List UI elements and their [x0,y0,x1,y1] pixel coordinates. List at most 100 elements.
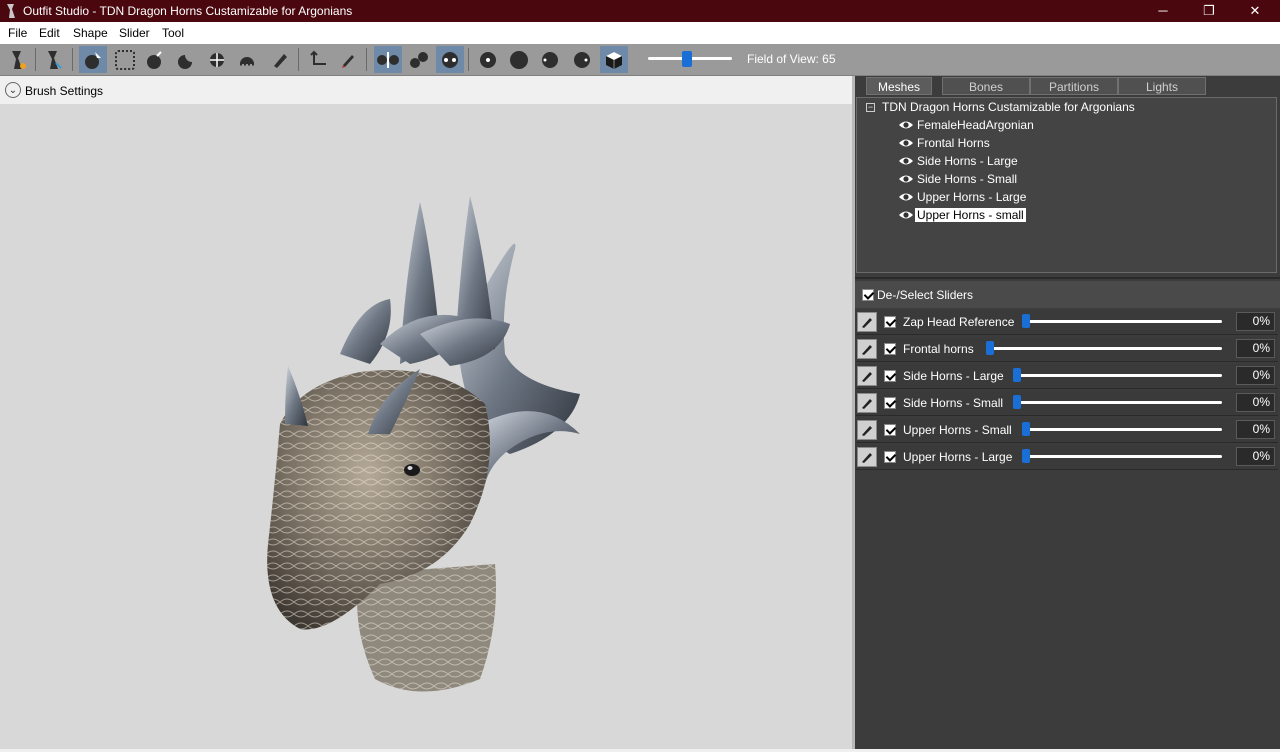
menu-shape[interactable]: Shape [73,26,108,40]
edit-slider-button[interactable] [857,312,877,332]
deflate-icon[interactable] [171,46,199,73]
tab-bones[interactable]: Bones [942,77,1030,95]
slider-label: Side Horns - Large [903,369,1004,383]
x-mirror-icon[interactable] [374,46,402,73]
slider-track[interactable] [1013,374,1222,377]
pencil-icon [862,453,872,463]
slider-checkbox[interactable] [884,424,896,436]
pencil-icon [862,426,872,436]
slider-value[interactable]: 0% [1236,420,1275,439]
tree-root-label[interactable]: TDN Dragon Horns Custamizable for Argoni… [882,100,1135,114]
slider-checkbox[interactable] [884,316,896,328]
move-icon[interactable] [203,46,231,73]
eye-icon[interactable] [898,191,914,203]
minimize-button[interactable]: ─ [1140,0,1186,22]
slider-label: Side Horns - Small [903,396,1004,410]
slider-track[interactable] [1022,428,1222,431]
mesh-item-label: Upper Horns - Large [917,190,1027,204]
select-icon[interactable] [79,46,107,73]
slider-track[interactable] [1022,455,1222,458]
inflate-icon[interactable] [141,46,169,73]
slider-thumb[interactable] [1022,449,1030,463]
wireframe-icon[interactable] [600,46,628,73]
connected-icon[interactable] [405,46,433,73]
slider-thumb[interactable] [1022,314,1030,328]
app-icon [7,4,15,18]
slider-label: Upper Horns - Small [903,423,1012,437]
edit-slider-button[interactable] [857,393,877,413]
pencil-icon [862,399,872,409]
mask-icon[interactable] [111,46,139,73]
fov-label: Field of View: 65 [747,52,836,66]
tab-meshes[interactable]: Meshes [866,77,932,95]
menu-tool[interactable]: Tool [162,26,184,40]
brush-settings-label[interactable]: Brush Settings [25,84,103,98]
slider-checkbox[interactable] [884,451,896,463]
slider-thumb[interactable] [1022,422,1030,436]
brush-size-3-icon[interactable] [536,46,564,73]
close-button[interactable]: ✕ [1232,0,1278,22]
slider-row: Upper Horns - Small 0% [856,418,1278,443]
collapse-icon[interactable]: − [866,103,875,112]
eye-icon[interactable] [898,155,914,167]
menu-bar: File Edit Shape Slider Tool [0,22,1280,44]
menu-edit[interactable]: Edit [39,26,60,40]
eye-icon[interactable] [898,173,914,185]
panel-divider [855,277,1280,279]
3d-viewport[interactable] [0,104,852,749]
edit-slider-button[interactable] [857,366,877,386]
slider-track[interactable] [986,347,1222,350]
tab-lights[interactable]: Lights [1118,77,1206,95]
edit-slider-button[interactable] [857,339,877,359]
maximize-button[interactable]: ❐ [1186,0,1232,22]
slider-row: Upper Horns - Large 0% [856,445,1278,470]
transform-icon[interactable] [304,46,332,73]
slider-row: Side Horns - Large 0% [856,364,1278,389]
slider-label: Frontal horns [903,342,974,356]
menu-file[interactable]: File [8,26,27,40]
slider-value[interactable]: 0% [1236,393,1275,412]
deselect-sliders-label: De-/Select Sliders [877,288,974,302]
slider-value[interactable]: 0% [1236,447,1275,466]
slider-checkbox[interactable] [884,343,896,355]
mesh-item-label: Frontal Horns [917,136,990,150]
brush-settings-bar [0,76,852,104]
fov-slider-thumb[interactable] [682,51,692,67]
slider-value[interactable]: 0% [1236,366,1275,385]
slider-checkbox[interactable] [884,397,896,409]
title-bar: Outfit Studio - TDN Dragon Horns Custami… [0,0,1280,22]
eye-icon[interactable] [898,119,914,131]
slider-row: Side Horns - Small 0% [856,391,1278,416]
slider-label: Upper Horns - Large [903,450,1013,464]
pen-icon[interactable] [334,46,362,73]
outfit-icon[interactable] [4,46,32,73]
brush-size-2-icon[interactable] [505,46,533,73]
slider-value[interactable]: 0% [1236,312,1275,331]
ref-icon[interactable] [40,46,68,73]
slider-value[interactable]: 0% [1236,339,1275,358]
slider-row: Zap Head Reference 0% [856,310,1278,335]
slider-thumb[interactable] [1013,395,1021,409]
slider-label: Zap Head Reference [903,315,1015,329]
edit-slider-button[interactable] [857,447,877,467]
slider-thumb[interactable] [1013,368,1021,382]
mesh-item-label: FemaleHeadArgonian [917,118,1034,132]
eye-icon[interactable] [898,137,914,149]
tab-partitions[interactable]: Partitions [1030,77,1118,95]
menu-slider[interactable]: Slider [119,26,150,40]
edit-slider-button[interactable] [857,420,877,440]
window-title: Outfit Studio - TDN Dragon Horns Custami… [23,4,353,18]
slider-thumb[interactable] [986,341,994,355]
slider-checkbox[interactable] [884,370,896,382]
toolbar [0,44,1280,76]
brush-size-4-icon[interactable] [568,46,596,73]
deselect-sliders-checkbox[interactable] [862,289,874,301]
chevron-down-icon[interactable]: ⌄ [5,82,21,98]
slider-track[interactable] [1013,401,1222,404]
eye-icon[interactable] [898,209,914,221]
smooth-icon[interactable] [233,46,261,73]
weight-paint-icon[interactable] [266,46,294,73]
brush-size-1-icon[interactable] [474,46,502,73]
slider-track[interactable] [1022,320,1222,323]
both-sides-icon[interactable] [436,46,464,73]
